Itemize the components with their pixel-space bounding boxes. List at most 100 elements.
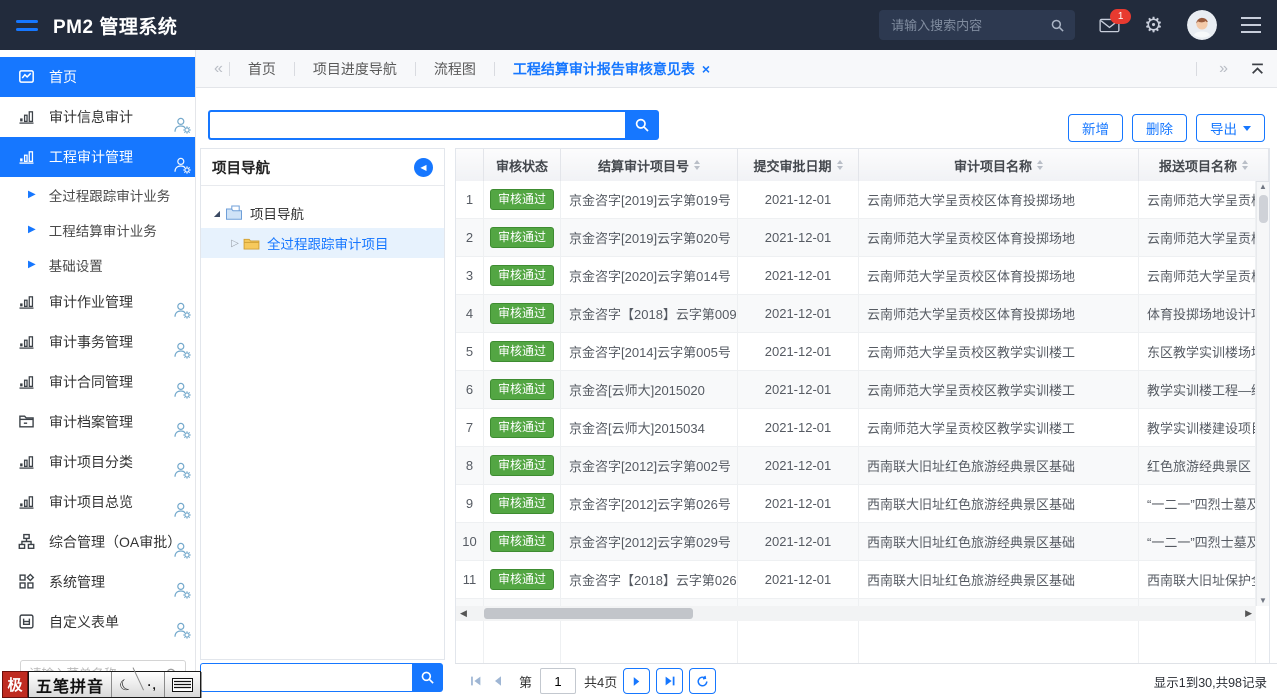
vertical-scroll-thumb[interactable] (1259, 195, 1268, 223)
table-row[interactable]: 3审核通过京金咨字[2020]云字第014号2021-12-01云南师范大学呈贡… (456, 257, 1256, 295)
user-gear-icon[interactable] (172, 156, 192, 174)
user-gear-icon[interactable] (172, 116, 192, 134)
table-query-input[interactable] (208, 110, 625, 140)
ime-mode-button[interactable]: 五笔拼音 (29, 672, 112, 697)
table-row[interactable]: 5审核通过京金咨字[2014]云字第005号2021-12-01云南师范大学呈贡… (456, 333, 1256, 371)
sidebar-toggle-icon[interactable] (16, 20, 38, 31)
sidebar-item[interactable]: 审计项目分类 (0, 442, 195, 482)
global-search-input[interactable] (889, 17, 1050, 34)
tabs-scroll-right-icon[interactable]: » (1213, 60, 1234, 78)
sidebar-item[interactable]: 审计档案管理 (0, 402, 195, 442)
expanded-caret-icon[interactable]: ◢ (209, 209, 225, 218)
sidebar-item[interactable]: 自定义表单 (0, 602, 195, 642)
tab-close-icon[interactable]: × (702, 62, 710, 76)
delete-button[interactable]: 删除 (1132, 114, 1187, 142)
table-query-search-button[interactable] (625, 110, 659, 140)
table-row[interactable]: 2审核通过京金咨字[2019]云字第020号2021-12-01云南师范大学呈贡… (456, 219, 1256, 257)
ime-punctuation-icon[interactable]: ·, (140, 672, 164, 697)
ime-bar: 五笔拼音 ☾ ·, (28, 671, 201, 698)
sidebar-item[interactable]: 工程审计管理 (0, 137, 195, 177)
column-header[interactable]: 报送项目名称 (1139, 149, 1269, 181)
scroll-down-icon[interactable]: ▼ (1259, 596, 1267, 606)
sidebar-item[interactable]: 审计项目总览 (0, 482, 195, 522)
sidebar-subitem[interactable]: ▶基础设置 (0, 247, 195, 282)
scroll-right-icon[interactable]: ▶ (1245, 608, 1252, 619)
ime-keyboard-icon[interactable] (165, 672, 200, 697)
sidebar-item[interactable]: 首页 (0, 57, 195, 97)
avatar[interactable] (1187, 10, 1217, 40)
table-row[interactable]: 9审核通过京金咨字[2012]云字第026号2021-12-01西南联大旧址红色… (456, 485, 1256, 523)
user-gear-icon[interactable] (172, 341, 192, 359)
hamburger-icon[interactable] (1241, 17, 1261, 33)
panel-collapse-icon[interactable]: ◀ (414, 158, 433, 177)
user-gear-icon[interactable] (172, 541, 192, 559)
sidebar-item[interactable]: 系统管理 (0, 562, 195, 602)
scroll-left-icon[interactable]: ◀ (460, 608, 467, 619)
first-page-icon[interactable] (470, 675, 482, 687)
add-button[interactable]: 新增 (1068, 114, 1123, 142)
sidebar-item[interactable]: 审计作业管理 (0, 282, 195, 322)
audit-name-cell: 西南联大旧址红色旅游经典景区基础 (859, 523, 1139, 560)
tabs-scroll-left-icon[interactable]: « (208, 60, 229, 78)
user-gear-icon[interactable] (172, 381, 192, 399)
user-gear-icon[interactable] (172, 461, 192, 479)
sidebar-subitem[interactable]: ▶工程结算审计业务 (0, 212, 195, 247)
sort-icon[interactable] (694, 160, 700, 170)
table-row[interactable]: 8审核通过京金咨字[2012]云字第002号2021-12-01西南联大旧址红色… (456, 447, 1256, 485)
user-gear-icon[interactable] (172, 301, 192, 319)
project-no: 京金咨字[2012]云字第026号 (569, 494, 731, 513)
tree-node[interactable]: ▷全过程跟踪审计项目 (201, 228, 444, 258)
horizontal-scrollbar[interactable]: ◀ ▶ (456, 606, 1256, 621)
mail-icon[interactable]: 1 (1099, 18, 1120, 33)
ime-halfwidth-icon[interactable]: ☾ (108, 667, 144, 698)
next-page-button[interactable] (623, 668, 650, 694)
table-row[interactable]: 1审核通过京金咨字[2019]云字第019号2021-12-01云南师范大学呈贡… (456, 181, 1256, 219)
page-number-input[interactable] (540, 668, 576, 694)
sidebar-item[interactable]: 审计信息审计 (0, 97, 195, 137)
user-gear-icon[interactable] (172, 621, 192, 639)
project-tree-search-input[interactable] (200, 663, 412, 692)
user-gear-icon[interactable] (172, 501, 192, 519)
ime-logo-icon[interactable]: 极 (2, 671, 28, 698)
tab-4[interactable]: 工程结算审计报告审核意见表× (495, 59, 728, 79)
global-search[interactable] (879, 10, 1075, 40)
table-row[interactable]: 4审核通过京金咨字【2018】云字第009号2021-12-01云南师范大学呈贡… (456, 295, 1256, 333)
user-gear-icon[interactable] (172, 421, 192, 439)
submit-date: 2021-12-01 (765, 344, 832, 359)
sidebar-item[interactable]: 综合管理（OA审批） (0, 522, 195, 562)
sort-icon[interactable] (1037, 160, 1043, 170)
sidebar-subitem[interactable]: ▶全过程跟踪审计业务 (0, 177, 195, 212)
sort-icon[interactable] (1242, 160, 1248, 170)
column-header[interactable]: 提交审批日期 (738, 149, 859, 181)
collapse-tabs-icon[interactable] (1250, 63, 1265, 75)
sidebar-item[interactable]: 审计事务管理 (0, 322, 195, 362)
horizontal-scroll-thumb[interactable] (484, 608, 693, 619)
scroll-up-icon[interactable]: ▲ (1259, 182, 1267, 192)
table-row[interactable]: 10审核通过京金咨字[2012]云字第029号2021-12-01西南联大旧址红… (456, 523, 1256, 561)
tab-2[interactable]: 项目进度导航 (295, 59, 415, 79)
sidebar-item[interactable]: 审计合同管理 (0, 362, 195, 402)
gear-icon[interactable]: ⚙ (1144, 15, 1163, 36)
tab-1[interactable]: 首页 (230, 59, 294, 79)
tab-3[interactable]: 流程图 (416, 59, 494, 79)
prev-page-icon[interactable] (492, 675, 504, 687)
table-row[interactable]: 6审核通过京金咨[云师大]20150202021-12-01云南师范大学呈贡校区… (456, 371, 1256, 409)
refresh-button[interactable] (689, 668, 716, 694)
project-tree-search-button[interactable] (412, 663, 443, 692)
column-header[interactable]: 结算审计项目号 (561, 149, 738, 181)
collapsed-caret-icon[interactable]: ▷ (227, 238, 243, 249)
search-icon[interactable] (1050, 18, 1065, 33)
tree-node[interactable]: ◢项目导航 (201, 198, 444, 228)
user-gear-icon[interactable] (172, 581, 192, 599)
status-cell: 审核通过 (484, 409, 561, 446)
table-row[interactable]: 7审核通过京金咨[云师大]20150342021-12-01云南师范大学呈贡校区… (456, 409, 1256, 447)
last-page-button[interactable] (656, 668, 683, 694)
report-name-cell: 红色旅游经典景区（配电室)拆除工程 (1139, 447, 1256, 484)
vertical-scrollbar[interactable]: ▲ ▼ (1256, 182, 1269, 606)
export-button[interactable]: 导出 (1196, 114, 1265, 142)
column-header[interactable]: 审核状态 (484, 149, 561, 181)
table-row[interactable]: 11审核通过京金咨字【2018】云字第026号2021-12-01西南联大旧址红… (456, 561, 1256, 599)
column-header[interactable]: 审计项目名称 (859, 149, 1139, 181)
audit-name-cell: 云南师范大学呈贡校区体育投掷场地 (859, 219, 1139, 256)
sort-icon[interactable] (837, 160, 843, 170)
